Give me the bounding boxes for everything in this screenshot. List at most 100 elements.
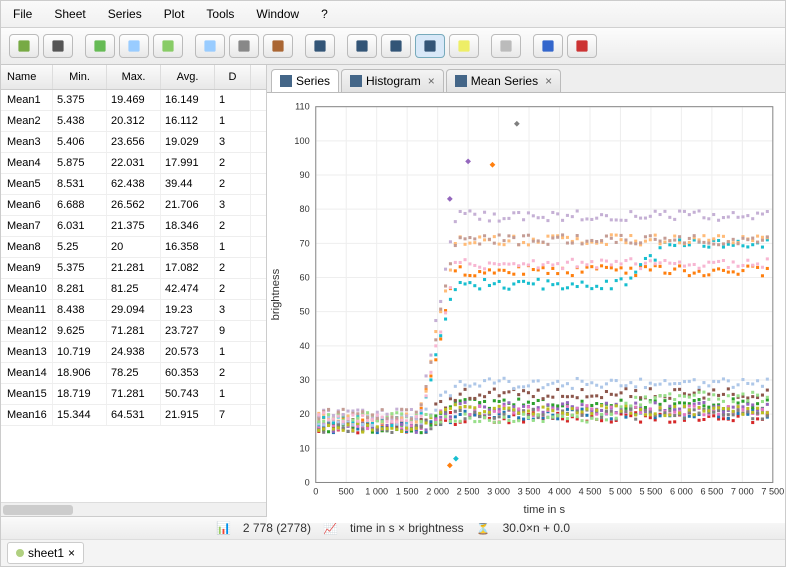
col-avg[interactable]: Avg.	[161, 65, 215, 89]
db-button[interactable]	[263, 34, 293, 58]
svg-text:20: 20	[300, 409, 310, 419]
horizontal-scrollbar[interactable]	[1, 502, 266, 516]
mean-series-button[interactable]	[415, 34, 445, 58]
svg-text:6 500: 6 500	[700, 487, 723, 497]
cube-red-button[interactable]	[567, 34, 597, 58]
menubar: File Sheet Series Plot Tools Window?	[1, 1, 785, 28]
svg-text:3 000: 3 000	[487, 487, 510, 497]
sheet-dot-icon	[16, 549, 24, 557]
config-button[interactable]	[305, 34, 335, 58]
table-row[interactable]: Mean35.40623.65619.0293	[1, 132, 266, 153]
menu-window[interactable]: Window	[252, 5, 303, 23]
add-sheet-button[interactable]	[85, 34, 115, 58]
svg-text:brightness: brightness	[270, 268, 282, 320]
svg-text:7 000: 7 000	[731, 487, 754, 497]
export-button[interactable]	[229, 34, 259, 58]
close-icon[interactable]: ×	[428, 74, 435, 88]
table-row[interactable]: Mean85.252016.3581	[1, 237, 266, 258]
svg-text:10: 10	[300, 443, 310, 453]
sheet-label: sheet1	[28, 546, 64, 560]
col-d[interactable]: D	[215, 65, 251, 89]
svg-text:time in s: time in s	[524, 504, 566, 516]
svg-text:1 000: 1 000	[365, 487, 388, 497]
tag-wand-button[interactable]	[491, 34, 521, 58]
svg-text:100: 100	[294, 136, 309, 146]
status-formula-icon: ⏳	[476, 521, 491, 535]
table-row[interactable]: Mean15.37519.46916.1491	[1, 90, 266, 111]
svg-text:50: 50	[300, 307, 310, 317]
table-row[interactable]: Mean66.68826.56221.7063	[1, 195, 266, 216]
tab-mean-series[interactable]: Mean Series×	[446, 69, 561, 92]
chart-tabs: SeriesHistogram×Mean Series×	[267, 65, 785, 93]
col-min[interactable]: Min.	[53, 65, 107, 89]
status-axes: time in s × brightness	[350, 521, 464, 535]
data-table-pane: NameMin.Max.Avg.D Mean15.37519.46916.149…	[1, 65, 267, 516]
toolbar	[1, 28, 785, 65]
menu-plot[interactable]: Plot	[160, 5, 189, 23]
table-row[interactable]: Mean58.53162.43839.442	[1, 174, 266, 195]
close-icon[interactable]: ×	[68, 546, 75, 560]
chart-icon	[280, 75, 292, 87]
svg-text:2 000: 2 000	[426, 487, 449, 497]
tab-series[interactable]: Series	[271, 69, 339, 92]
menu-tools[interactable]: Tools	[202, 5, 238, 23]
table-row[interactable]: Mean1310.71924.93820.5731	[1, 342, 266, 363]
chart-area[interactable]: 05001 0001 5002 0002 5003 0003 5004 0004…	[267, 93, 785, 523]
svg-text:5 000: 5 000	[609, 487, 632, 497]
svg-text:40: 40	[300, 341, 310, 351]
menu-sheet[interactable]: Sheet	[50, 5, 89, 23]
svg-text:500: 500	[339, 487, 354, 497]
menu-?[interactable]: ?	[317, 5, 332, 23]
svg-text:3 500: 3 500	[518, 487, 541, 497]
sheet-tabs: sheet1 ×	[1, 539, 785, 566]
sheet-tab[interactable]: sheet1 ×	[7, 542, 84, 564]
menu-file[interactable]: File	[9, 5, 36, 23]
table-row[interactable]: Mean25.43820.31216.1121	[1, 111, 266, 132]
svg-text:1 500: 1 500	[396, 487, 419, 497]
copy-sheet-button[interactable]	[119, 34, 149, 58]
svg-text:0: 0	[305, 478, 310, 488]
cube-blue-button[interactable]	[533, 34, 563, 58]
svg-text:2 500: 2 500	[457, 487, 480, 497]
svg-text:6 000: 6 000	[670, 487, 693, 497]
status-count-icon: 📊	[216, 521, 231, 535]
svg-text:5 500: 5 500	[640, 487, 663, 497]
close-icon[interactable]: ×	[545, 74, 552, 88]
svg-text:4 500: 4 500	[579, 487, 602, 497]
import-button[interactable]	[195, 34, 225, 58]
add-plot-button[interactable]	[347, 34, 377, 58]
table-body: Mean15.37519.46916.1491Mean25.43820.3121…	[1, 90, 266, 502]
table-row[interactable]: Mean1418.90678.2560.3532	[1, 363, 266, 384]
col-max[interactable]: Max.	[107, 65, 161, 89]
table-row[interactable]: Mean1615.34464.53121.9157	[1, 405, 266, 426]
svg-text:80: 80	[300, 204, 310, 214]
col-name[interactable]: Name	[1, 65, 53, 89]
svg-text:30: 30	[300, 375, 310, 385]
svg-text:7 500: 7 500	[761, 487, 784, 497]
table-row[interactable]: Mean1518.71971.28150.7431	[1, 384, 266, 405]
tab-histogram[interactable]: Histogram×	[341, 69, 444, 92]
menu-series[interactable]: Series	[104, 5, 146, 23]
histogram-button[interactable]	[381, 34, 411, 58]
table-header: NameMin.Max.Avg.D	[1, 65, 266, 90]
status-formula: 30.0×n + 0.0	[503, 521, 570, 535]
chart-icon	[455, 75, 467, 87]
table-row[interactable]: Mean45.87522.03117.9912	[1, 153, 266, 174]
status-count: 2 778 (2778)	[243, 521, 311, 535]
table-row[interactable]: Mean129.62571.28123.7279	[1, 321, 266, 342]
chart-icon	[350, 75, 362, 87]
svg-text:90: 90	[300, 170, 310, 180]
svg-text:0: 0	[313, 487, 318, 497]
save-button[interactable]	[43, 34, 73, 58]
table-row[interactable]: Mean108.28181.2542.4742	[1, 279, 266, 300]
svg-text:4 000: 4 000	[548, 487, 571, 497]
svg-text:70: 70	[300, 238, 310, 248]
table-row[interactable]: Mean95.37521.28117.0822	[1, 258, 266, 279]
open-button[interactable]	[9, 34, 39, 58]
remove-sheet-button[interactable]	[153, 34, 183, 58]
highlight-button[interactable]	[449, 34, 479, 58]
table-row[interactable]: Mean76.03121.37518.3462	[1, 216, 266, 237]
status-axes-icon: 📈	[323, 521, 338, 535]
table-row[interactable]: Mean118.43829.09419.233	[1, 300, 266, 321]
svg-text:60: 60	[300, 273, 310, 283]
